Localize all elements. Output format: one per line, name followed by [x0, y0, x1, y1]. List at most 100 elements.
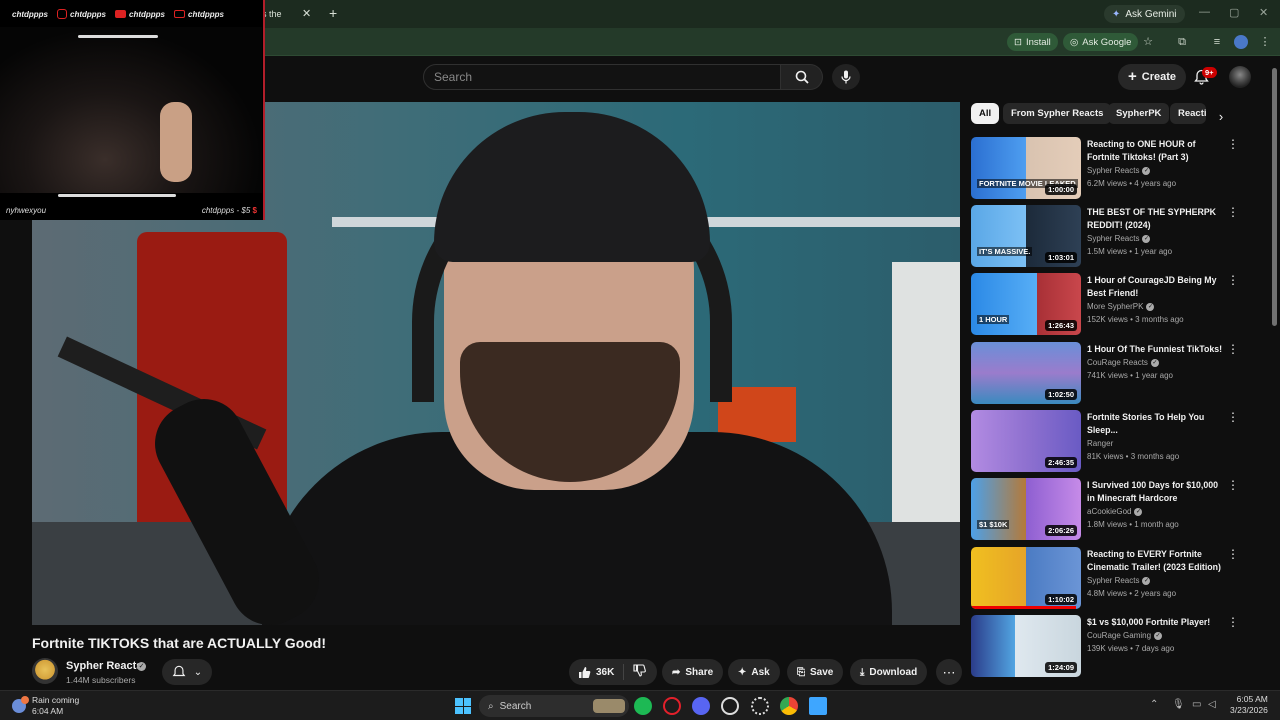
recommendation-item[interactable]: 1:02:50 1 Hour Of The Funniest TikToks! Co…	[971, 342, 1261, 406]
browser-tab[interactable]: s the ✕	[262, 3, 322, 24]
recommendation-meta: 139K views • 7 days ago	[1087, 644, 1175, 653]
more-options-icon[interactable]: ⋮	[1227, 410, 1239, 424]
recommendation-channel[interactable]: More SypherPK ✓	[1087, 302, 1155, 311]
bell-icon	[172, 665, 186, 677]
recommendation-channel[interactable]: CouRage Reacts ✓	[1087, 358, 1159, 367]
new-tab-icon[interactable]: +	[329, 6, 337, 20]
voice-search-button[interactable]	[832, 64, 860, 90]
recommendation-title[interactable]: 1 Hour of CourageJD Being My Best Friend…	[1087, 274, 1227, 300]
chrome-menu-icon[interactable]: ⋮	[1258, 35, 1272, 49]
search-button[interactable]	[781, 64, 823, 90]
chevron-right-icon[interactable]: ›	[1212, 108, 1230, 126]
ask-google-button[interactable]: ◎ Ask Google	[1063, 33, 1139, 51]
video-thumbnail[interactable]: 1 HOUR 1:26:43	[971, 273, 1081, 335]
tray-chevron-icon[interactable]: ⌃	[1150, 699, 1158, 710]
files-icon[interactable]	[809, 697, 827, 715]
thumbnail-caption: IT'S MASSIVE.	[977, 247, 1033, 256]
chip-from-channel[interactable]: From Sypher Reacts	[1003, 103, 1112, 124]
obs-icon[interactable]	[721, 697, 739, 715]
app-icon[interactable]	[751, 697, 769, 715]
more-options-icon[interactable]: ⋮	[1227, 205, 1239, 219]
create-button[interactable]: + Create	[1118, 64, 1187, 90]
recommendation-title[interactable]: $1 vs $10,000 Fortnite Player!	[1087, 616, 1227, 629]
channel-name[interactable]: Sypher Reacts	[66, 660, 142, 672]
more-options-icon[interactable]: ⋮	[1227, 342, 1239, 356]
more-options-icon[interactable]: ⋮	[1227, 615, 1239, 629]
video-thumbnail[interactable]: 1:10:02	[971, 547, 1081, 609]
channel-avatar[interactable]	[32, 658, 58, 684]
spotify-icon[interactable]	[634, 697, 652, 715]
video-thumbnail[interactable]: IT'S MASSIVE. 1:03:01	[971, 205, 1081, 267]
volume-icon[interactable]: ◁	[1208, 699, 1216, 710]
save-button[interactable]: ⎘ Save	[787, 659, 844, 685]
tab-title: s the	[262, 8, 282, 19]
maximize-icon[interactable]: ▢	[1229, 6, 1239, 19]
install-button[interactable]: ⊡ Install	[1007, 33, 1058, 51]
ask-gemini-label: Ask Gemini	[1125, 8, 1177, 20]
window-close-icon[interactable]: ✕	[1259, 6, 1268, 19]
microphone-tray-icon[interactable]: 🎙	[1172, 699, 1185, 710]
recommendation-item[interactable]: 2:46:35 Fortnite Stories To Help You Slee…	[971, 410, 1261, 474]
bookmark-icon: ⎘	[797, 666, 805, 678]
discord-icon[interactable]	[692, 697, 710, 715]
recommendation-item[interactable]: 1 HOUR 1:26:43 1 Hour of CourageJD Being M…	[971, 273, 1261, 337]
profile-icon[interactable]	[1234, 35, 1248, 49]
recommendation-title[interactable]: I Survived 100 Days for $10,000 in Minec…	[1087, 479, 1227, 505]
share-action: ➦ Share	[662, 659, 724, 685]
ask-gemini-button[interactable]: ✦ Ask Gemini	[1104, 5, 1185, 23]
download-button[interactable]: ⤓ Download	[850, 659, 928, 685]
close-tab-icon[interactable]: ✕	[302, 7, 311, 20]
display-tray-icon[interactable]: ▭	[1192, 699, 1201, 710]
account-avatar[interactable]	[1229, 66, 1251, 88]
chip-sypherpk[interactable]: SypherPK	[1108, 103, 1170, 124]
video-thumbnail[interactable]: $1 $10K 2:06:26	[971, 478, 1081, 540]
chip-all[interactable]: All	[971, 103, 1000, 124]
recommendation-title[interactable]: Reacting to ONE HOUR of Fortnite Tiktoks…	[1087, 138, 1227, 164]
windows-start-icon[interactable]	[455, 698, 471, 714]
more-actions-button[interactable]: ⋯	[936, 659, 962, 685]
opera-icon[interactable]	[663, 697, 681, 715]
recommendation-channel[interactable]: Ranger	[1087, 439, 1113, 448]
video-thumbnail[interactable]: 2:46:35	[971, 410, 1081, 472]
chrome-icon[interactable]	[780, 697, 798, 715]
recommendation-title[interactable]: THE BEST OF THE SYPHERPK REDDIT! (2024)	[1087, 206, 1227, 232]
recommendation-channel[interactable]: Sypher Reacts ✓	[1087, 576, 1151, 585]
recommendation-title[interactable]: 1 Hour Of The Funniest TikToks!	[1087, 343, 1227, 356]
gemini-sparkle-icon: ✦	[1112, 8, 1121, 20]
bookmark-star-icon[interactable]: ☆	[1141, 35, 1155, 49]
search-input[interactable]: Search	[423, 64, 781, 90]
recommendation-title[interactable]: Fortnite Stories To Help You Sleep...	[1087, 411, 1227, 437]
overlay-social-label: chtdppps	[70, 9, 106, 19]
recommendation-channel[interactable]: Sypher Reacts ✓	[1087, 234, 1151, 243]
minimize-icon[interactable]: —	[1199, 6, 1210, 18]
recommendation-channel[interactable]: aCookieGod ✓	[1087, 507, 1143, 516]
chip-reacti[interactable]: Reacti	[1170, 103, 1206, 124]
video-thumbnail[interactable]: FORTNITE MOVIE LEAKED 1:00:00	[971, 137, 1081, 199]
recommendation-item[interactable]: FORTNITE MOVIE LEAKED 1:00:00 Reacting to …	[971, 137, 1261, 201]
ask-button[interactable]: ✦ Ask	[728, 659, 780, 685]
clock[interactable]: 6:05 AM 3/23/2026	[1230, 694, 1268, 716]
extensions-icon[interactable]: ⧉	[1175, 35, 1189, 49]
video-thumbnail[interactable]: 1:24:09	[971, 615, 1081, 677]
dislike-button[interactable]	[624, 664, 655, 680]
recommendation-channel[interactable]: CouRage Gaming ✓	[1087, 631, 1163, 640]
recommendation-channel[interactable]: Sypher Reacts ✓	[1087, 166, 1151, 175]
taskbar-search[interactable]: ⌕ Search	[479, 695, 629, 717]
recommendation-item[interactable]: $1 $10K 2:06:26 I Survived 100 Days for $1…	[971, 478, 1261, 542]
more-options-icon[interactable]: ⋮	[1227, 478, 1239, 492]
reading-list-icon[interactable]: ≡	[1210, 35, 1224, 49]
more-options-icon[interactable]: ⋮	[1227, 137, 1239, 151]
recommendation-item[interactable]: 1:10:02 Reacting to EVERY Fortnite Cinema…	[971, 547, 1261, 611]
video-thumbnail[interactable]: 1:02:50	[971, 342, 1081, 404]
subscription-bell-button[interactable]: ⌄	[162, 659, 212, 685]
recommendation-item[interactable]: 1:24:09 $1 vs $10,000 Fortnite Player! Cou…	[971, 615, 1261, 679]
like-button[interactable]: 36K	[569, 664, 625, 680]
recommendation-title[interactable]: Reacting to EVERY Fortnite Cinematic Tra…	[1087, 548, 1227, 574]
instagram-icon	[57, 9, 67, 19]
weather-widget[interactable]: Rain coming 6:04 AM	[12, 695, 79, 717]
recommendation-item[interactable]: IT'S MASSIVE. 1:03:01 THE BEST OF THE SYPH…	[971, 205, 1261, 269]
more-options-icon[interactable]: ⋮	[1227, 273, 1239, 287]
scrollbar[interactable]	[1272, 68, 1277, 326]
share-button[interactable]: ➦ Share	[662, 659, 724, 685]
more-options-icon[interactable]: ⋮	[1227, 547, 1239, 561]
